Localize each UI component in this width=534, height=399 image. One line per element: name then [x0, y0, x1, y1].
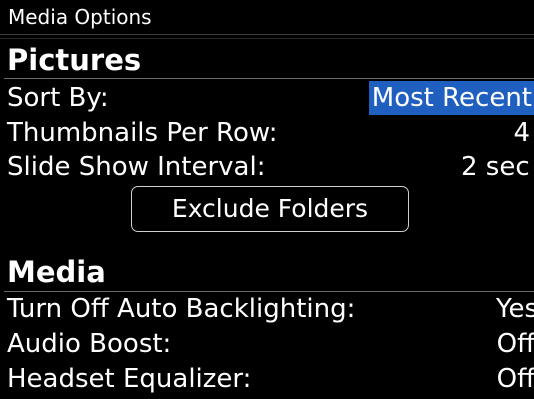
exclude-folders-button[interactable]: Exclude Folders — [131, 186, 409, 232]
headset-equalizer-value[interactable]: Off — [497, 361, 534, 397]
section-heading-pictures: Pictures — [7, 43, 142, 77]
thumbnails-per-row-row[interactable]: Thumbnails Per Row: 4 — [0, 115, 534, 151]
audio-boost-row[interactable]: Audio Boost: Off — [0, 326, 534, 362]
sort-by-value[interactable]: Most Recent — [368, 81, 534, 115]
title-bar: Media Options — [0, 0, 534, 39]
section-heading-media: Media — [7, 255, 106, 289]
auto-backlighting-row[interactable]: Turn Off Auto Backlighting: Yes — [0, 291, 534, 327]
slide-show-interval-row[interactable]: Slide Show Interval: 2 sec — [0, 149, 534, 185]
title-divider-secondary — [0, 38, 534, 39]
thumbnails-per-row-value[interactable]: 4 — [513, 115, 530, 151]
sort-by-row[interactable]: Sort By: Most Recent — [0, 80, 534, 116]
screen-title: Media Options — [8, 5, 152, 29]
headset-equalizer-row[interactable]: Headset Equalizer: Off — [0, 361, 534, 397]
audio-boost-label: Audio Boost: — [7, 329, 172, 359]
slide-show-interval-value[interactable]: 2 sec — [461, 149, 530, 185]
auto-backlighting-label: Turn Off Auto Backlighting: — [7, 294, 356, 324]
section-divider-pictures — [4, 78, 534, 79]
sort-by-label: Sort By: — [7, 83, 109, 113]
auto-backlighting-value[interactable]: Yes — [496, 291, 534, 327]
media-options-screen: Media Options Pictures Sort By: Most Rec… — [0, 0, 534, 399]
title-divider — [0, 34, 534, 35]
slide-show-interval-label: Slide Show Interval: — [7, 152, 266, 182]
audio-boost-value[interactable]: Off — [497, 326, 534, 362]
thumbnails-per-row-label: Thumbnails Per Row: — [7, 118, 278, 148]
headset-equalizer-label: Headset Equalizer: — [7, 364, 252, 394]
